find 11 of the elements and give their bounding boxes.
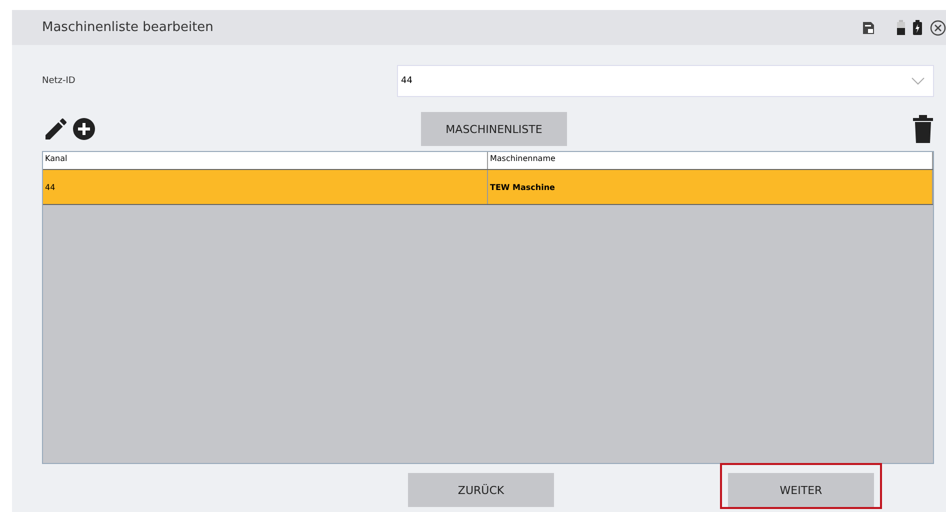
table-cell: TEW Maschine xyxy=(488,170,933,204)
table-cell: 44 xyxy=(43,170,488,204)
column-header: Kanal xyxy=(43,152,488,169)
window-title: Maschinenliste bearbeiten xyxy=(42,20,214,35)
nav-button[interactable]: ZURÜCK xyxy=(408,473,554,507)
table-row[interactable]: 44 TEW Maschine xyxy=(43,170,933,205)
net-id-dropdown[interactable]: 44 xyxy=(397,65,934,97)
nav-button[interactable]: WEITER xyxy=(728,473,874,507)
field-label: Netz-ID xyxy=(42,76,76,86)
machine-list-button[interactable]: MASCHINENLISTE xyxy=(421,112,567,146)
column-header: Maschinenname xyxy=(488,152,933,169)
